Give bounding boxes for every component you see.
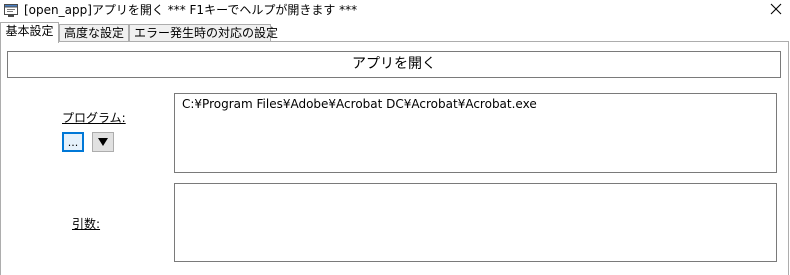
triangle-down-icon (98, 137, 108, 148)
browse-button-label: ... (67, 135, 79, 149)
open-app-header-button[interactable]: アプリを開く (7, 51, 781, 78)
tab-error-handling-settings[interactable]: エラー発生時の対応の設定 (129, 24, 278, 42)
arguments-label: 引数: (72, 217, 101, 231)
dialog-window-icon (3, 2, 19, 18)
tab-basic-settings[interactable]: 基本設定 (0, 22, 59, 43)
browse-button[interactable]: ... (62, 132, 84, 152)
arguments-field[interactable] (174, 183, 777, 262)
window-title: [open_app]アプリを開く *** F1キーでヘルプが開きます *** (24, 3, 358, 17)
close-icon (770, 3, 782, 18)
tab-strip: 基本設定 高度な設定 エラー発生時の対応の設定 (0, 22, 790, 43)
program-path-field[interactable]: C:¥Program Files¥Adobe¥Acrobat DC¥Acroba… (174, 93, 777, 173)
program-label: プログラム: (62, 111, 126, 125)
program-dropdown-button[interactable] (92, 132, 114, 152)
tab-advanced-settings[interactable]: 高度な設定 (59, 24, 129, 42)
close-button[interactable] (764, 0, 788, 20)
title-bar: [open_app]アプリを開く *** F1キーでヘルプが開きます *** (0, 0, 790, 20)
